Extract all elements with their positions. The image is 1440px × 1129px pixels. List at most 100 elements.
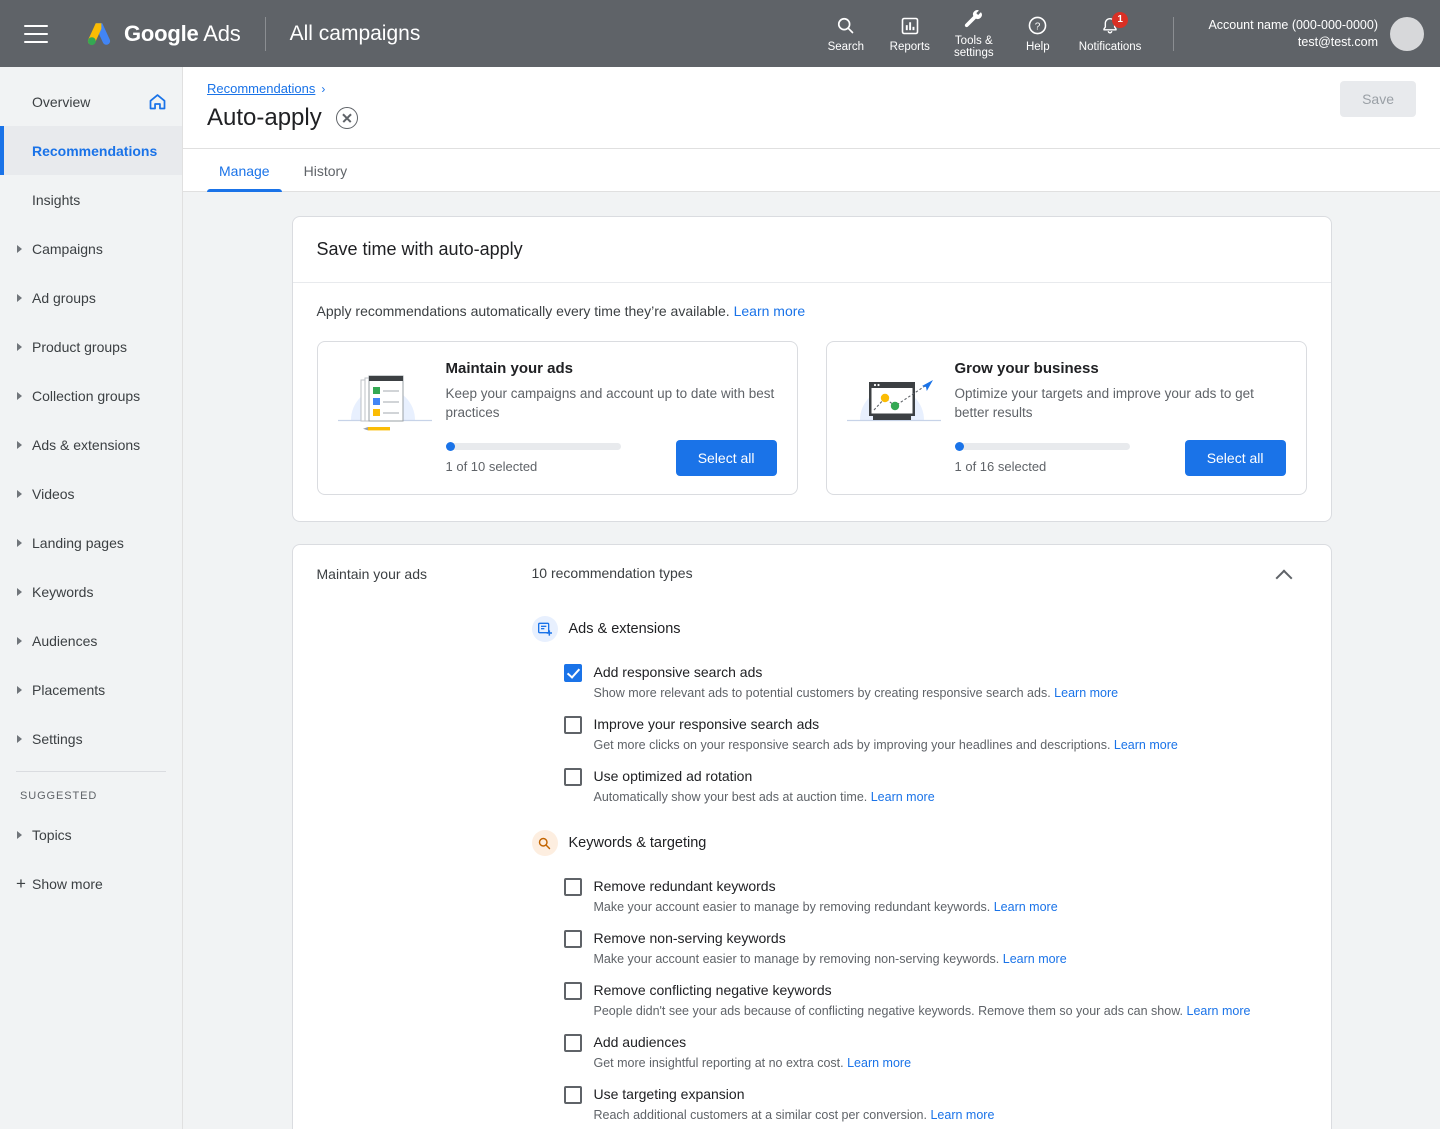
- option-description: Make your account easier to manage by re…: [594, 898, 1307, 916]
- checkbox-remove-redundant-keywords[interactable]: [564, 878, 582, 896]
- option-learn-more-link[interactable]: Learn more: [847, 1056, 911, 1070]
- help-question-icon: ?: [1027, 14, 1048, 38]
- chevron-right-icon: [17, 441, 22, 449]
- sidebar-item-topics[interactable]: Topics: [0, 810, 182, 859]
- sidebar-item-collection-groups[interactable]: Collection groups: [0, 371, 182, 420]
- plus-icon: +: [16, 875, 26, 892]
- chevron-up-icon[interactable]: [1275, 566, 1293, 584]
- sidebar-item-ad-groups[interactable]: Ad groups: [0, 273, 182, 322]
- option-learn-more-link[interactable]: Learn more: [871, 790, 935, 804]
- option-learn-more-link[interactable]: Learn more: [930, 1108, 994, 1122]
- option-row: Add responsive search ads Show more rele…: [532, 656, 1307, 708]
- checkbox-add-audiences[interactable]: [564, 1034, 582, 1052]
- left-sidebar: Overview Recommendations Insights Campai…: [0, 67, 183, 1129]
- chevron-right-icon: [17, 392, 22, 400]
- goal-selected-count: 1 of 10 selected: [446, 459, 664, 474]
- goal-description: Keep your campaigns and account up to da…: [446, 384, 777, 422]
- wrench-icon: [963, 8, 985, 32]
- help-button[interactable]: ? Help: [1007, 10, 1069, 58]
- sidebar-item-overview[interactable]: Overview: [0, 77, 182, 126]
- hamburger-icon[interactable]: [24, 25, 48, 43]
- context-all-campaigns[interactable]: All campaigns: [290, 22, 421, 46]
- chevron-right-icon: [17, 245, 22, 253]
- checkbox-remove-non-serving-keywords[interactable]: [564, 930, 582, 948]
- goal-progress-bar: [955, 443, 1130, 450]
- sidebar-section-suggested: SUGGESTED: [0, 772, 182, 810]
- google-ads-mark-icon: [84, 19, 114, 49]
- avatar[interactable]: [1390, 17, 1424, 51]
- option-learn-more-link[interactable]: Learn more: [1054, 686, 1118, 700]
- sidebar-item-insights[interactable]: Insights: [0, 175, 182, 224]
- sidebar-item-label: Placements: [32, 682, 105, 698]
- option-description: Get more insightful reporting at no extr…: [594, 1054, 1307, 1072]
- checkbox-improve-your-responsive-search-ads[interactable]: [564, 716, 582, 734]
- close-circle-icon[interactable]: [336, 107, 358, 129]
- goal-heading: Grow your business: [955, 360, 1286, 377]
- notifications-button[interactable]: 1 Notifications: [1071, 10, 1150, 58]
- option-description: Make your account easier to manage by re…: [594, 950, 1307, 968]
- goal-selected-count: 1 of 16 selected: [955, 459, 1173, 474]
- option-description: Show more relevant ads to potential cust…: [594, 684, 1307, 702]
- option-label: Remove non-serving keywords: [594, 928, 1307, 948]
- goal-heading: Maintain your ads: [446, 360, 777, 377]
- growth-chart-window-illustration: [847, 360, 941, 440]
- sidebar-item-videos[interactable]: Videos: [0, 469, 182, 518]
- goal-progress-bar: [446, 443, 621, 450]
- svg-text:?: ?: [1035, 21, 1041, 32]
- sidebar-item-keywords[interactable]: Keywords: [0, 567, 182, 616]
- top-app-bar: Google Ads All campaigns Search Reports …: [0, 0, 1440, 67]
- content-scroll-area[interactable]: Save time with auto-apply Apply recommen…: [183, 192, 1440, 1129]
- select-all-grow-button[interactable]: Select all: [1185, 440, 1286, 476]
- reports-button[interactable]: Reports: [879, 10, 941, 58]
- checkbox-remove-conflicting-negative-keywords[interactable]: [564, 982, 582, 1000]
- option-learn-more-link[interactable]: Learn more: [1187, 1004, 1251, 1018]
- option-label: Add audiences: [594, 1032, 1307, 1052]
- search-button[interactable]: Search: [815, 10, 877, 58]
- sidebar-item-label: Landing pages: [32, 535, 124, 551]
- goal-card-grid: Maintain your ads Keep your campaigns an…: [317, 341, 1307, 495]
- sidebar-item-recommendations[interactable]: Recommendations: [0, 126, 182, 175]
- option-learn-more-link[interactable]: Learn more: [994, 900, 1058, 914]
- checklist-clipboard-illustration: [338, 360, 432, 440]
- checkbox-use-targeting-expansion[interactable]: [564, 1086, 582, 1104]
- chevron-right-icon: [17, 294, 22, 302]
- tab-history[interactable]: History: [292, 149, 360, 191]
- maintain-your-ads-section: Maintain your ads 10 recommendation type…: [292, 544, 1332, 1129]
- account-block[interactable]: Account name (000-000-0000) test@test.co…: [1208, 17, 1424, 51]
- page-header: Recommendations › Auto-apply Save: [183, 67, 1440, 148]
- breadcrumb-recommendations-link[interactable]: Recommendations: [207, 81, 315, 96]
- option-learn-more-link[interactable]: Learn more: [1114, 738, 1178, 752]
- overview-intro-text: Apply recommendations automatically ever…: [317, 303, 730, 319]
- checkbox-use-optimized-ad-rotation[interactable]: [564, 768, 582, 786]
- sidebar-item-product-groups[interactable]: Product groups: [0, 322, 182, 371]
- tab-manage[interactable]: Manage: [207, 149, 282, 191]
- google-ads-logo[interactable]: Google Ads: [84, 19, 241, 49]
- group-ads-extensions: Ads & extensions Add responsive search a…: [532, 616, 1307, 812]
- tools-settings-button[interactable]: Tools & settings: [943, 4, 1005, 63]
- option-learn-more-link[interactable]: Learn more: [1003, 952, 1067, 966]
- sidebar-item-ads-extensions[interactable]: Ads & extensions: [0, 420, 182, 469]
- option-description: Automatically show your best ads at auct…: [594, 788, 1307, 806]
- group-title: Ads & extensions: [569, 621, 681, 637]
- sidebar-item-campaigns[interactable]: Campaigns: [0, 224, 182, 273]
- save-button[interactable]: Save: [1340, 81, 1416, 117]
- chevron-right-icon: [17, 588, 22, 596]
- checkbox-add-responsive-search-ads[interactable]: [564, 664, 582, 682]
- ads-extensions-icon: [532, 616, 558, 642]
- sidebar-item-landing-pages[interactable]: Landing pages: [0, 518, 182, 567]
- select-all-maintain-button[interactable]: Select all: [676, 440, 777, 476]
- sidebar-item-audiences[interactable]: Audiences: [0, 616, 182, 665]
- option-description-text: Show more relevant ads to potential cust…: [594, 686, 1051, 700]
- sidebar-item-settings[interactable]: Settings: [0, 714, 182, 763]
- auto-apply-overview-card: Save time with auto-apply Apply recommen…: [292, 216, 1332, 522]
- sidebar-item-label: Overview: [32, 94, 90, 110]
- overview-learn-more-link[interactable]: Learn more: [734, 303, 806, 319]
- main-content: Recommendations › Auto-apply Save Manage…: [183, 67, 1440, 1129]
- sidebar-item-label: Campaigns: [32, 241, 103, 257]
- sidebar-item-placements[interactable]: Placements: [0, 665, 182, 714]
- sidebar-show-more-button[interactable]: + Show more: [0, 859, 182, 908]
- option-label: Remove conflicting negative keywords: [594, 980, 1307, 1000]
- home-icon: [147, 91, 168, 112]
- overview-card-title: Save time with auto-apply: [293, 217, 1331, 283]
- option-description-text: People didn't see your ads because of co…: [594, 1004, 1184, 1018]
